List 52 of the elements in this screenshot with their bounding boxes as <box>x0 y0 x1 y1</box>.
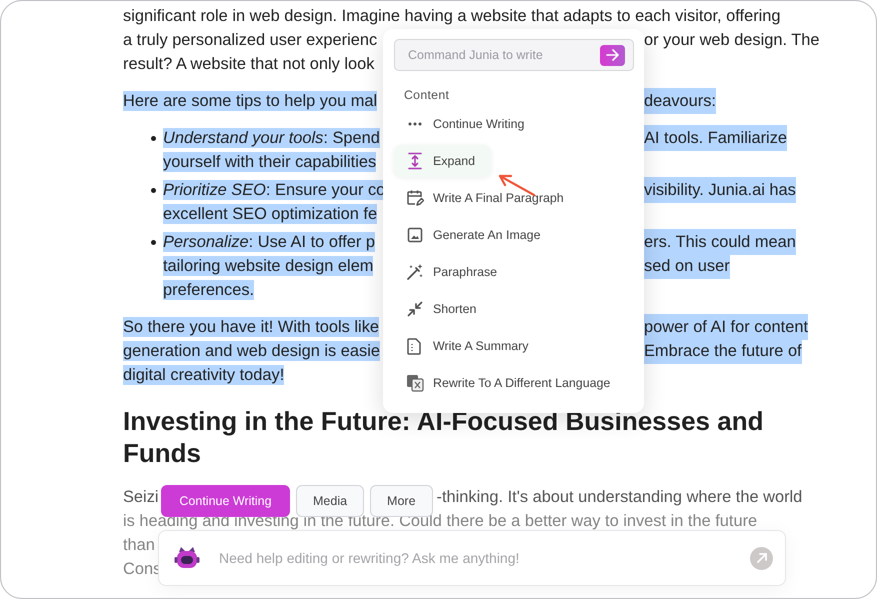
list-item-text: Understand your tools: Spend <box>163 128 380 148</box>
body-text: Embrace the future of <box>644 338 802 364</box>
body-text: digital creativity today! <box>123 365 284 385</box>
toolbar-button[interactable]: More <box>370 485 433 517</box>
arrow-right-icon <box>606 49 620 61</box>
bullet-icon <box>151 136 156 141</box>
menu-item[interactable]: Write A Summary <box>394 330 634 362</box>
body-text: power of AI for content <box>644 314 808 340</box>
arrow-up-right-icon <box>756 552 768 564</box>
body-text: than <box>123 535 155 556</box>
list-item-text: AI tools. Familiarize <box>644 125 788 151</box>
bot-avatar-icon <box>174 546 200 570</box>
list-item-text: sed on user <box>644 253 730 279</box>
calendar-edit-icon <box>406 189 424 207</box>
body-text: So there you have it! With tools like <box>123 317 379 337</box>
body-text: Seizi <box>123 487 159 508</box>
menu-item[interactable]: Generate An Image <box>394 219 634 251</box>
body-text: significant role in web design. Imagine having a website that adapts to each visitor, offering <box>123 6 781 26</box>
body-text: result? A website that not only look <box>123 54 374 74</box>
section-label: Content <box>404 88 450 102</box>
menu-item[interactable]: Rewrite To A Different Language <box>394 367 634 399</box>
menu-item[interactable]: Write A Final Paragraph <box>394 182 634 214</box>
body-text: a truly personalized user experienc <box>123 30 378 50</box>
list-item-text: tailoring website design elem <box>163 256 374 276</box>
body-text: generation and web design is easie <box>123 341 380 361</box>
section-heading: Investing in the Future: AI-Focused Businesses and Funds <box>123 405 764 469</box>
toolbar-button[interactable]: Media <box>296 485 364 517</box>
dots-icon <box>408 122 422 126</box>
translate-icon <box>406 374 424 392</box>
list-item-text: ers. This could mean <box>644 229 796 255</box>
toolbar-button[interactable]: Continue Writing <box>161 485 290 517</box>
menu-item[interactable]: Paraphrase <box>394 256 634 288</box>
list-item-text: excellent SEO optimization fe <box>163 204 378 224</box>
bullet-icon <box>151 188 156 193</box>
list-item-text: yourself with their capabilities <box>163 152 376 172</box>
list-item-text: preferences. <box>163 280 254 300</box>
document-icon <box>407 338 422 354</box>
bullet-icon <box>151 240 156 245</box>
list-item-text: Personalize: Use AI to offer p <box>163 232 375 252</box>
menu-item[interactable]: Expand <box>394 145 491 177</box>
expand-icon <box>406 152 422 170</box>
body-text: deavours: <box>644 88 716 114</box>
image-icon <box>406 227 422 243</box>
magic-wand-icon <box>406 263 424 281</box>
body-text: or your web design. The <box>644 30 820 51</box>
submit-button[interactable] <box>600 44 625 66</box>
body-text: Here are some tips to help you mal <box>123 91 378 111</box>
shrink-icon <box>406 301 422 317</box>
body-text: -thinking. It's about understanding where the world <box>436 487 802 508</box>
menu-item[interactable]: Continue Writing <box>394 108 634 140</box>
menu-item[interactable]: Shorten <box>394 293 634 325</box>
list-item-text: visibility. Junia.ai has <box>644 177 796 203</box>
